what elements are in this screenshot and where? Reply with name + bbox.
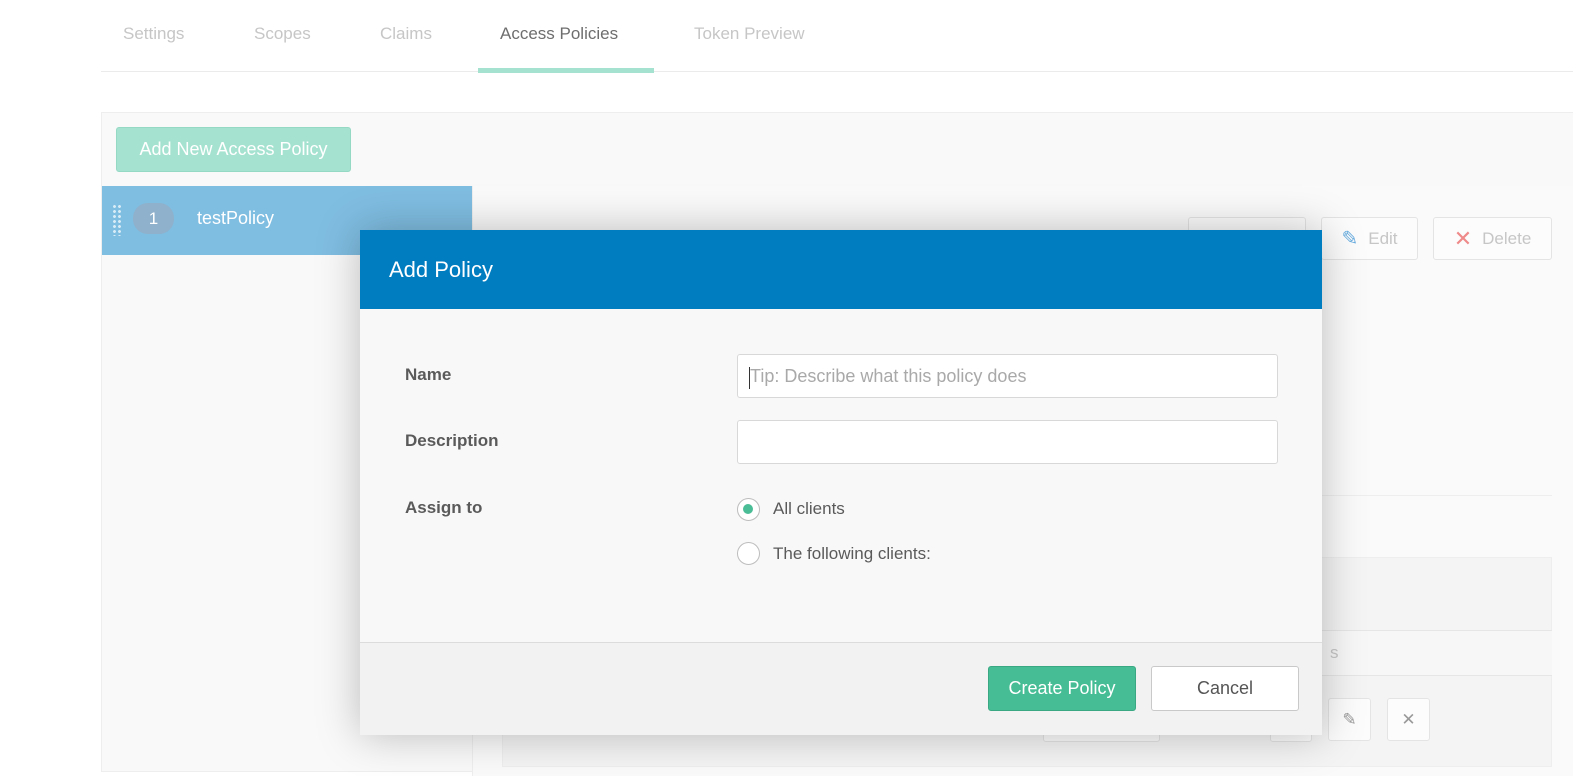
pencil-icon: ✎ — [1341, 228, 1359, 250]
edit-label: Edit — [1368, 228, 1398, 248]
tab-scopes[interactable]: Scopes — [254, 24, 311, 44]
description-label: Description — [405, 431, 499, 450]
all-clients-radio[interactable] — [737, 498, 760, 521]
name-label: Name — [405, 365, 452, 384]
add-new-access-policy-button[interactable]: Add New Access Policy — [116, 127, 351, 172]
tab-settings[interactable]: Settings — [123, 24, 184, 44]
close-icon: ✕ — [1401, 709, 1416, 729]
tab-token-preview[interactable]: Token Preview — [694, 24, 805, 44]
add-policy-dialog: Add Policy Name Description Assign to Al… — [360, 230, 1322, 735]
tab-access-policies[interactable]: Access Policies — [500, 24, 618, 44]
all-clients-label[interactable]: All clients — [773, 499, 845, 519]
following-clients-radio[interactable] — [737, 542, 760, 565]
tab-claims[interactable]: Claims — [380, 24, 432, 44]
dialog-title: Add Policy — [360, 230, 1322, 309]
delete-policy-button[interactable]: ✕ Delete — [1433, 217, 1552, 260]
delete-label: Delete — [1482, 228, 1532, 248]
divider — [1322, 495, 1552, 496]
edit-policy-button[interactable]: ✎ Edit — [1321, 217, 1418, 260]
name-input[interactable] — [737, 354, 1278, 398]
active-tab-indicator — [478, 68, 654, 73]
drag-handle-icon[interactable] — [112, 204, 122, 236]
policy-priority-badge: 1 — [133, 203, 174, 234]
tab-bar: Settings Scopes Claims Access Policies T… — [101, 0, 1573, 72]
delete-rule-button[interactable]: ✕ — [1387, 698, 1430, 741]
edit-rule-button[interactable]: ✎ — [1328, 698, 1371, 741]
assign-to-label: Assign to — [405, 498, 483, 517]
pencil-icon: ✎ — [1342, 709, 1357, 729]
policy-name: testPolicy — [197, 208, 275, 228]
column-header-fragment: s — [1330, 643, 1339, 662]
text-cursor — [749, 367, 750, 389]
cancel-button[interactable]: Cancel — [1151, 666, 1299, 711]
description-input[interactable] — [737, 420, 1278, 464]
create-policy-button[interactable]: Create Policy — [988, 666, 1136, 711]
close-icon: ✕ — [1453, 225, 1473, 251]
following-clients-label[interactable]: The following clients: — [773, 544, 931, 564]
